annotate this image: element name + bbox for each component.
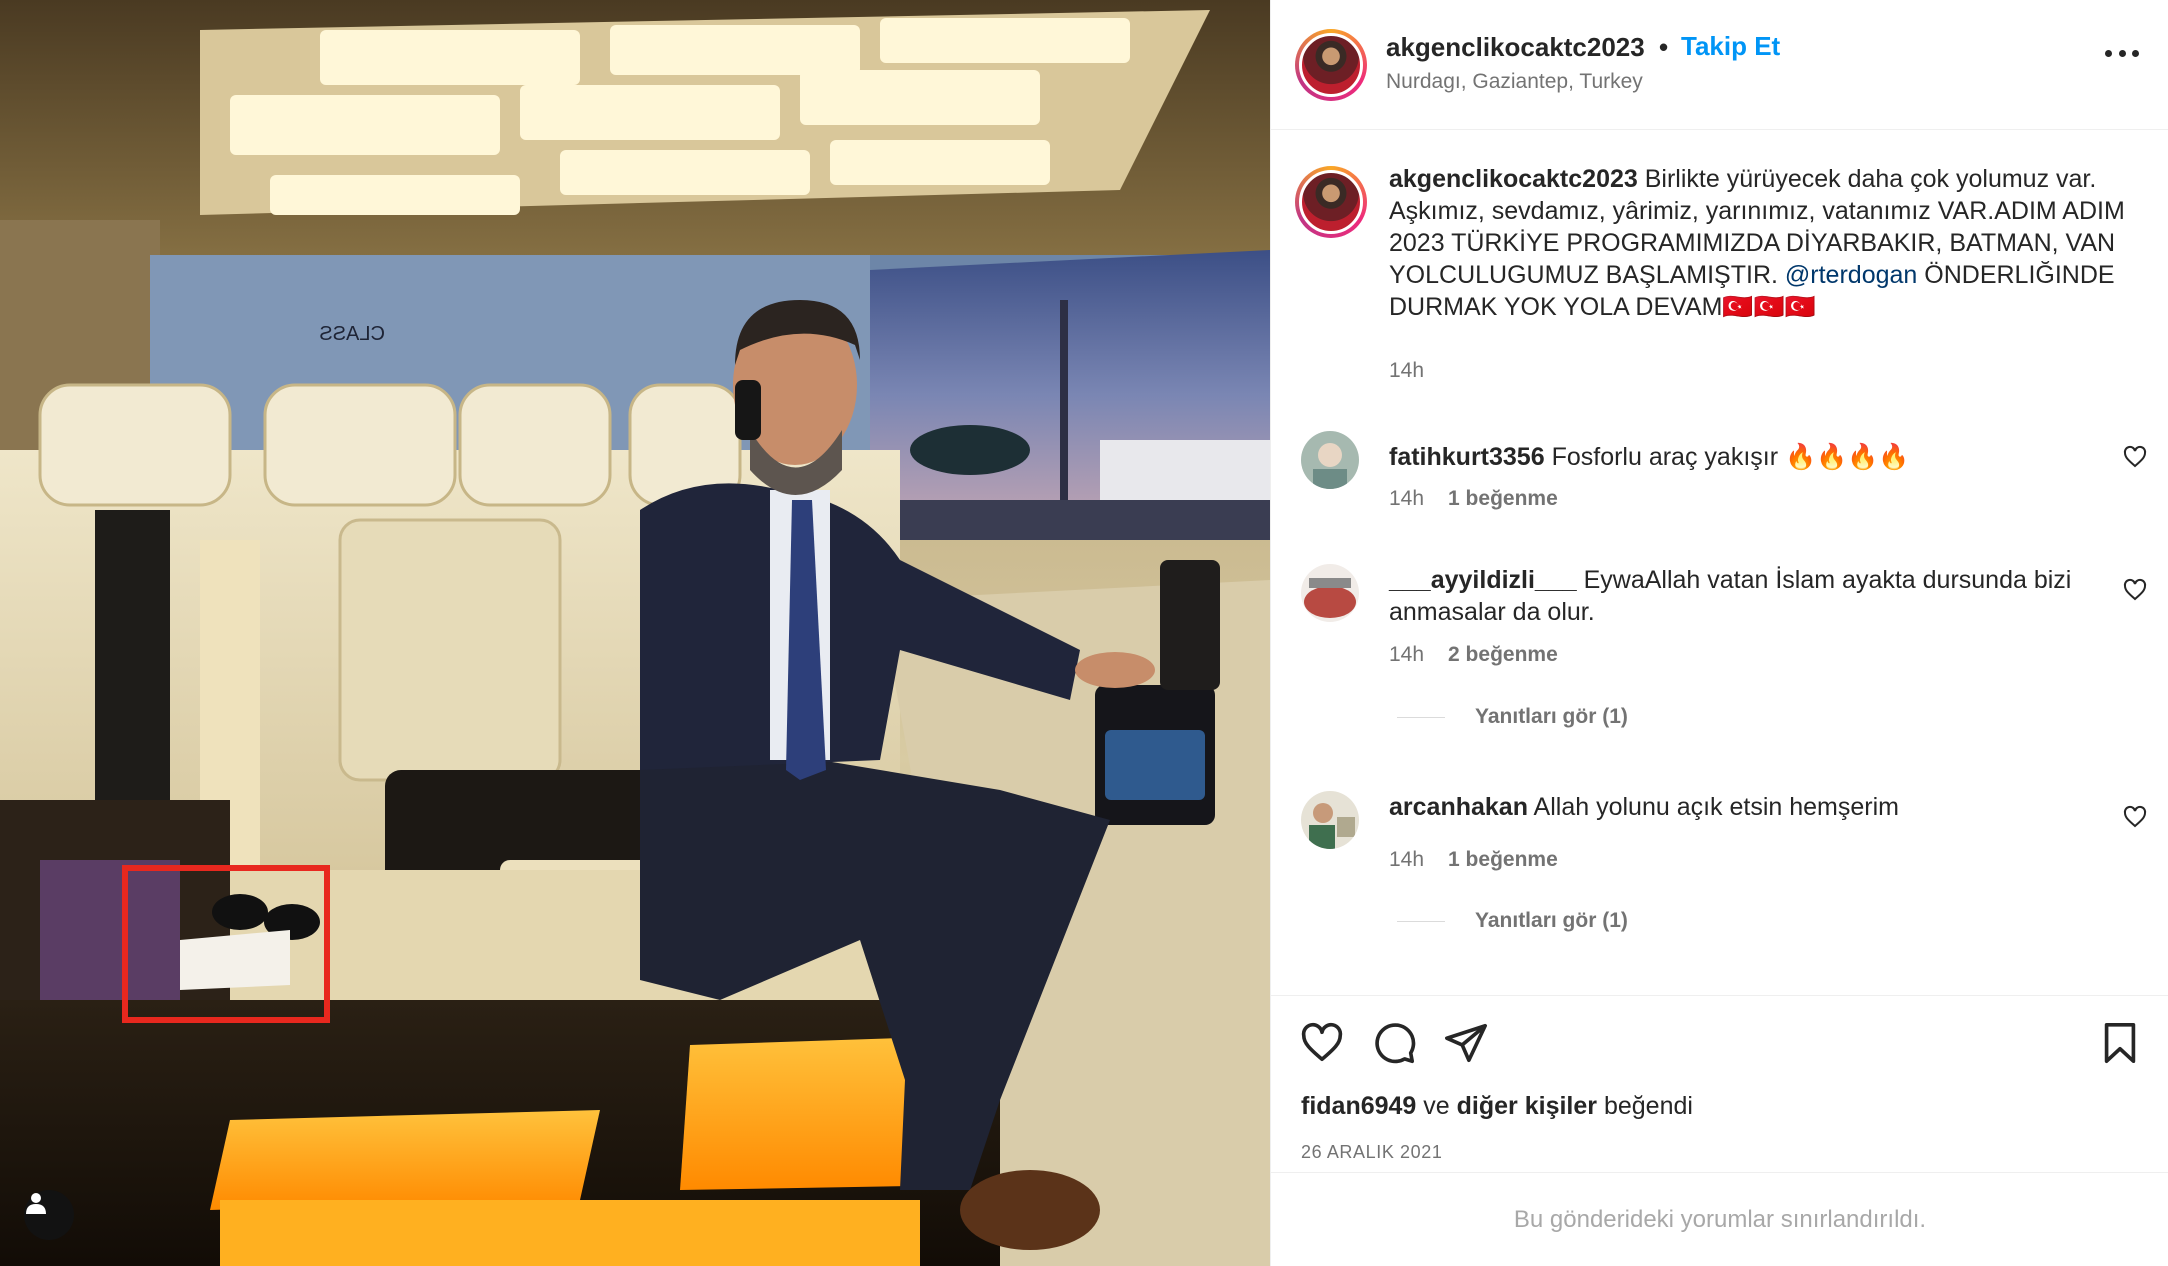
caption-text: akgenclikocaktc2023 Birlikte yürüyecek d… [1389, 163, 2129, 323]
comment-meta: 14h 2 beğenme [1389, 643, 1558, 667]
comment-text: ___ayyildizli___ EywaAllah vatan İslam a… [1389, 564, 2089, 628]
save-bookmark-icon[interactable] [2097, 1020, 2143, 1066]
view-replies-button[interactable]: Yanıtları gör (1) [1397, 909, 1628, 933]
caption-username[interactable]: akgenclikocaktc2023 [1389, 165, 1638, 193]
commenter-avatar[interactable] [1301, 431, 1359, 489]
header-separator: • [1659, 32, 1669, 62]
comment-meta: 14h 1 beğenme [1389, 848, 1558, 872]
comment-time[interactable]: 14h [1389, 487, 1424, 510]
tagged-users-button[interactable] [24, 1190, 74, 1240]
view-replies-label: Yanıtları gör (1) [1475, 705, 1628, 728]
liked-by-user[interactable]: fidan6949 [1301, 1092, 1416, 1120]
comment-body: Fosforlu araç yakışır 🔥🔥🔥🔥 [1551, 443, 1910, 471]
comment-time[interactable]: 14h [1389, 848, 1424, 871]
liked-by-others[interactable]: diğer kişiler [1457, 1092, 1597, 1120]
comment-text: fatihkurt3356 Fosforlu araç yakışır 🔥🔥🔥🔥 [1389, 441, 2089, 473]
post-detail-panel: akgenclikocaktc2023 • Takip Et Nurdagı, … [1270, 0, 2168, 1266]
replies-divider [1397, 920, 1445, 922]
post-location[interactable]: Nurdagı, Gaziantep, Turkey [1386, 70, 1643, 94]
caption-mention[interactable]: @rterdogan [1785, 261, 1917, 289]
share-paper-plane-icon[interactable] [1443, 1020, 1489, 1066]
replies-divider [1397, 716, 1445, 718]
comment-bubble-icon[interactable] [1371, 1020, 1417, 1066]
liked-by-suffix: beğendi [1603, 1092, 1693, 1120]
comment-like-heart-icon[interactable] [2123, 578, 2147, 602]
post-header: akgenclikocaktc2023 • Takip Et Nurdagı, … [1271, 0, 2168, 130]
post-date[interactable]: 26 ARALIK 2021 [1301, 1142, 1443, 1163]
like-heart-icon[interactable] [1299, 1020, 1345, 1066]
user-icon [26, 1193, 46, 1214]
comment-username[interactable]: fatihkurt3356 [1389, 443, 1545, 471]
caption-author-avatar[interactable] [1295, 166, 1367, 238]
avatar-image [1301, 564, 1359, 622]
avatar-image [1301, 791, 1359, 849]
comment-likes[interactable]: 1 beğenme [1448, 848, 1558, 871]
view-replies-label: Yanıtları gör (1) [1475, 909, 1628, 932]
comment-like-heart-icon[interactable] [2123, 805, 2147, 829]
liked-by-connector: ve [1423, 1092, 1450, 1120]
comment-body: Allah yolunu açık etsin hemşerim [1533, 793, 1899, 821]
comment-likes[interactable]: 1 beğenme [1448, 487, 1558, 510]
comment-meta: 14h 1 beğenme [1389, 487, 1558, 511]
comment-time[interactable]: 14h [1389, 643, 1424, 666]
post-actions: fidan6949 ve diğer kişiler beğendi 26 AR… [1271, 995, 2168, 1175]
comments-scroll-area[interactable]: akgenclikocaktc2023 Birlikte yürüyecek d… [1271, 131, 2168, 995]
photo-sign-text: CLASS [319, 323, 385, 345]
comment-like-heart-icon[interactable] [2123, 445, 2147, 469]
follow-button[interactable]: Takip Et [1681, 31, 1780, 62]
more-options-icon[interactable] [2105, 50, 2139, 62]
caption-time[interactable]: 14h [1389, 359, 1424, 383]
post-photo-illustration: CLASS [0, 0, 1270, 1266]
author-avatar[interactable] [1295, 29, 1367, 101]
liked-by-text: fidan6949 ve diğer kişiler beğendi [1301, 1092, 1693, 1121]
comment-likes[interactable]: 2 beğenme [1448, 643, 1558, 666]
author-username[interactable]: akgenclikocaktc2023 [1386, 32, 1645, 63]
comment-username[interactable]: ___ayyildizli___ [1389, 566, 1577, 594]
commenter-avatar[interactable] [1301, 564, 1359, 622]
commenter-avatar[interactable] [1301, 791, 1359, 849]
comment-text: arcanhakan Allah yolunu açık etsin hemşe… [1389, 791, 2089, 823]
comment-username[interactable]: arcanhakan [1389, 793, 1528, 821]
post-photo[interactable]: CLASS [0, 0, 1270, 1266]
avatar-image [1301, 431, 1359, 489]
comments-restricted-notice: Bu gönderideki yorumlar sınırlandırıldı. [1271, 1172, 2168, 1266]
view-replies-button[interactable]: Yanıtları gör (1) [1397, 705, 1628, 729]
